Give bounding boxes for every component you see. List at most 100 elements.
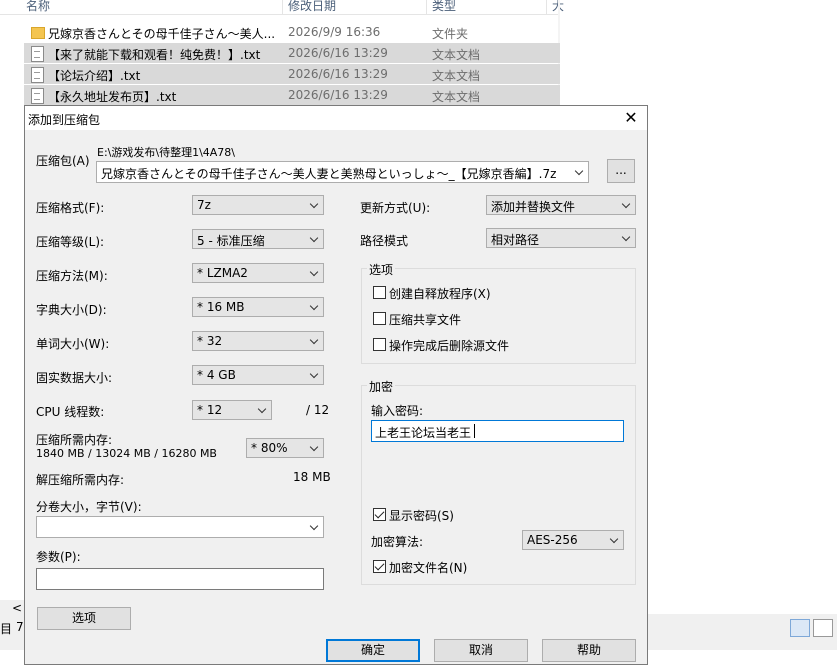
encryption-group-title: 加密 bbox=[367, 378, 396, 395]
column-type[interactable]: 类型 bbox=[432, 0, 456, 14]
chevron-down-icon[interactable] bbox=[310, 198, 320, 212]
update-mode-select[interactable]: 添加并替换文件 bbox=[486, 195, 636, 215]
delete-after-checkbox[interactable] bbox=[373, 338, 386, 351]
sfx-label[interactable]: 创建自释放程序(X) bbox=[389, 285, 491, 302]
encrypt-names-checkbox[interactable] bbox=[373, 560, 386, 573]
file-row[interactable]: 兄嫁京香さんとその母千佳子さん～美人... 2026/9/9 16:36 文件夹 bbox=[24, 22, 560, 42]
column-date[interactable]: 修改日期 bbox=[288, 0, 336, 14]
chevron-down-icon[interactable] bbox=[610, 533, 620, 547]
chevron-down-icon[interactable] bbox=[310, 300, 320, 314]
chevron-down-icon[interactable] bbox=[622, 198, 632, 212]
dict-select[interactable]: * 16 MB bbox=[192, 297, 324, 317]
dict-label: 字典大小(D): bbox=[36, 303, 107, 317]
text-file-icon bbox=[31, 88, 44, 104]
mem-decomp-value: 18 MB bbox=[293, 470, 331, 484]
chevron-down-icon[interactable] bbox=[310, 368, 320, 382]
dict-value: * 16 MB bbox=[197, 300, 245, 314]
chevron-down-icon[interactable] bbox=[575, 165, 585, 179]
sfx-checkbox[interactable] bbox=[373, 286, 386, 299]
threads-select[interactable]: * 12 bbox=[192, 400, 272, 420]
column-divider[interactable] bbox=[282, 0, 283, 14]
scroll-left-icon[interactable]: < bbox=[12, 601, 22, 615]
file-row[interactable]: 【论坛介绍】.txt 2026/6/16 13:29 文本文档 bbox=[24, 64, 560, 84]
file-type: 文本文档 bbox=[432, 69, 481, 83]
archive-label: 压缩包(A) bbox=[36, 154, 90, 168]
format-label: 压缩格式(F): bbox=[36, 201, 105, 215]
mem-usage-select[interactable]: * 80% bbox=[246, 438, 324, 458]
chevron-down-icon[interactable] bbox=[258, 403, 268, 417]
password-label: 输入密码: bbox=[371, 404, 424, 418]
volume-size-combo[interactable] bbox=[36, 516, 324, 538]
encrypt-names-label[interactable]: 加密文件名(N) bbox=[389, 559, 467, 576]
format-value: 7z bbox=[197, 198, 211, 212]
text-file-icon bbox=[31, 67, 44, 83]
level-select[interactable]: 5 - 标准压缩 bbox=[192, 229, 324, 249]
file-name: 【永久地址发布页】.txt bbox=[48, 90, 177, 104]
text-file-icon bbox=[31, 46, 44, 62]
method-select[interactable]: * LZMA2 bbox=[192, 263, 324, 283]
file-date: 2026/6/16 13:29 bbox=[288, 67, 388, 81]
word-select[interactable]: * 32 bbox=[192, 331, 324, 351]
shared-files-label[interactable]: 压缩共享文件 bbox=[389, 311, 461, 328]
show-password-checkbox[interactable] bbox=[373, 508, 386, 521]
chevron-down-icon[interactable] bbox=[622, 231, 632, 245]
dialog-titlebar[interactable]: 添加到压缩包 ✕ bbox=[25, 106, 647, 130]
method-value: * LZMA2 bbox=[197, 266, 248, 280]
help-button[interactable]: 帮助 bbox=[542, 639, 636, 662]
update-mode-label: 更新方式(U): bbox=[360, 201, 431, 215]
show-password-label[interactable]: 显示密码(S) bbox=[389, 507, 454, 524]
file-date: 2026/6/16 13:29 bbox=[288, 88, 388, 102]
archive-path: E:\游戏发布\待整理1\4A78\ bbox=[97, 146, 235, 159]
dialog-title: 添加到压缩包 bbox=[28, 113, 101, 127]
update-mode-value: 添加并替换文件 bbox=[491, 200, 576, 214]
column-name[interactable]: 名称 bbox=[26, 0, 50, 14]
file-row[interactable]: 【永久地址发布页】.txt 2026/6/16 13:29 文本文档 bbox=[24, 85, 560, 105]
close-icon[interactable]: ✕ bbox=[621, 108, 641, 127]
password-value: 上老王论坛当老王 bbox=[375, 426, 472, 440]
solid-value: * 4 GB bbox=[197, 368, 236, 382]
path-mode-select[interactable]: 相对路径 bbox=[486, 228, 636, 248]
threads-value: * 12 bbox=[197, 403, 223, 417]
chevron-down-icon[interactable] bbox=[310, 232, 320, 246]
format-select[interactable]: 7z bbox=[192, 195, 324, 215]
method-label: 压缩方法(M): bbox=[36, 269, 108, 283]
cancel-button[interactable]: 取消 bbox=[434, 639, 528, 662]
explorer-right-area bbox=[648, 0, 837, 650]
level-value: 5 - 标准压缩 bbox=[197, 234, 265, 248]
file-row[interactable]: 【来了就能下载和观看！纯免费！】.txt 2026/6/16 13:29 文本文… bbox=[24, 43, 560, 63]
chevron-down-icon[interactable] bbox=[310, 266, 320, 280]
column-divider[interactable] bbox=[426, 0, 427, 14]
shared-files-checkbox[interactable] bbox=[373, 312, 386, 325]
archive-name-combo[interactable]: 兄嫁京香さんとその母千佳子さん～美人妻と美熟母といっしょ～_【兄嫁京香編】.7z bbox=[96, 161, 589, 183]
folder-icon bbox=[31, 27, 45, 39]
file-name: 【论坛介绍】.txt bbox=[48, 69, 141, 83]
column-divider[interactable] bbox=[546, 0, 547, 14]
options-group-title: 选项 bbox=[367, 261, 396, 278]
params-label: 参数(P): bbox=[36, 550, 81, 564]
options-button[interactable]: 选项 bbox=[37, 607, 131, 630]
solid-select[interactable]: * 4 GB bbox=[192, 365, 324, 385]
chevron-down-icon[interactable] bbox=[310, 334, 320, 348]
chevron-down-icon[interactable] bbox=[310, 441, 320, 455]
file-name: 兄嫁京香さんとその母千佳子さん～美人... bbox=[48, 27, 276, 41]
password-input[interactable]: 上老王论坛当老王 bbox=[371, 420, 624, 442]
path-mode-value: 相对路径 bbox=[491, 233, 540, 247]
text-caret bbox=[474, 424, 475, 438]
mem-usage-value: * 80% bbox=[251, 441, 288, 455]
large-icons-view-icon[interactable] bbox=[813, 619, 833, 637]
file-date: 2026/9/9 16:36 bbox=[288, 25, 381, 39]
volume-label: 分卷大小，字节(V): bbox=[36, 500, 142, 514]
delete-after-label[interactable]: 操作完成后删除源文件 bbox=[389, 337, 509, 354]
encryption-method-select[interactable]: AES-256 bbox=[522, 530, 624, 550]
details-view-icon[interactable] bbox=[790, 619, 810, 637]
path-mode-label: 路径模式 bbox=[360, 234, 409, 248]
params-input[interactable] bbox=[36, 568, 324, 590]
ok-button[interactable]: 确定 bbox=[326, 639, 420, 662]
word-label: 单词大小(W): bbox=[36, 337, 110, 351]
chevron-down-icon[interactable] bbox=[310, 520, 320, 534]
threads-max: / 12 bbox=[306, 403, 330, 417]
browse-button[interactable]: ... bbox=[607, 159, 635, 183]
file-date: 2026/6/16 13:29 bbox=[288, 46, 388, 60]
status-fragment: 目 bbox=[0, 622, 13, 636]
file-type: 文件夹 bbox=[432, 27, 469, 41]
